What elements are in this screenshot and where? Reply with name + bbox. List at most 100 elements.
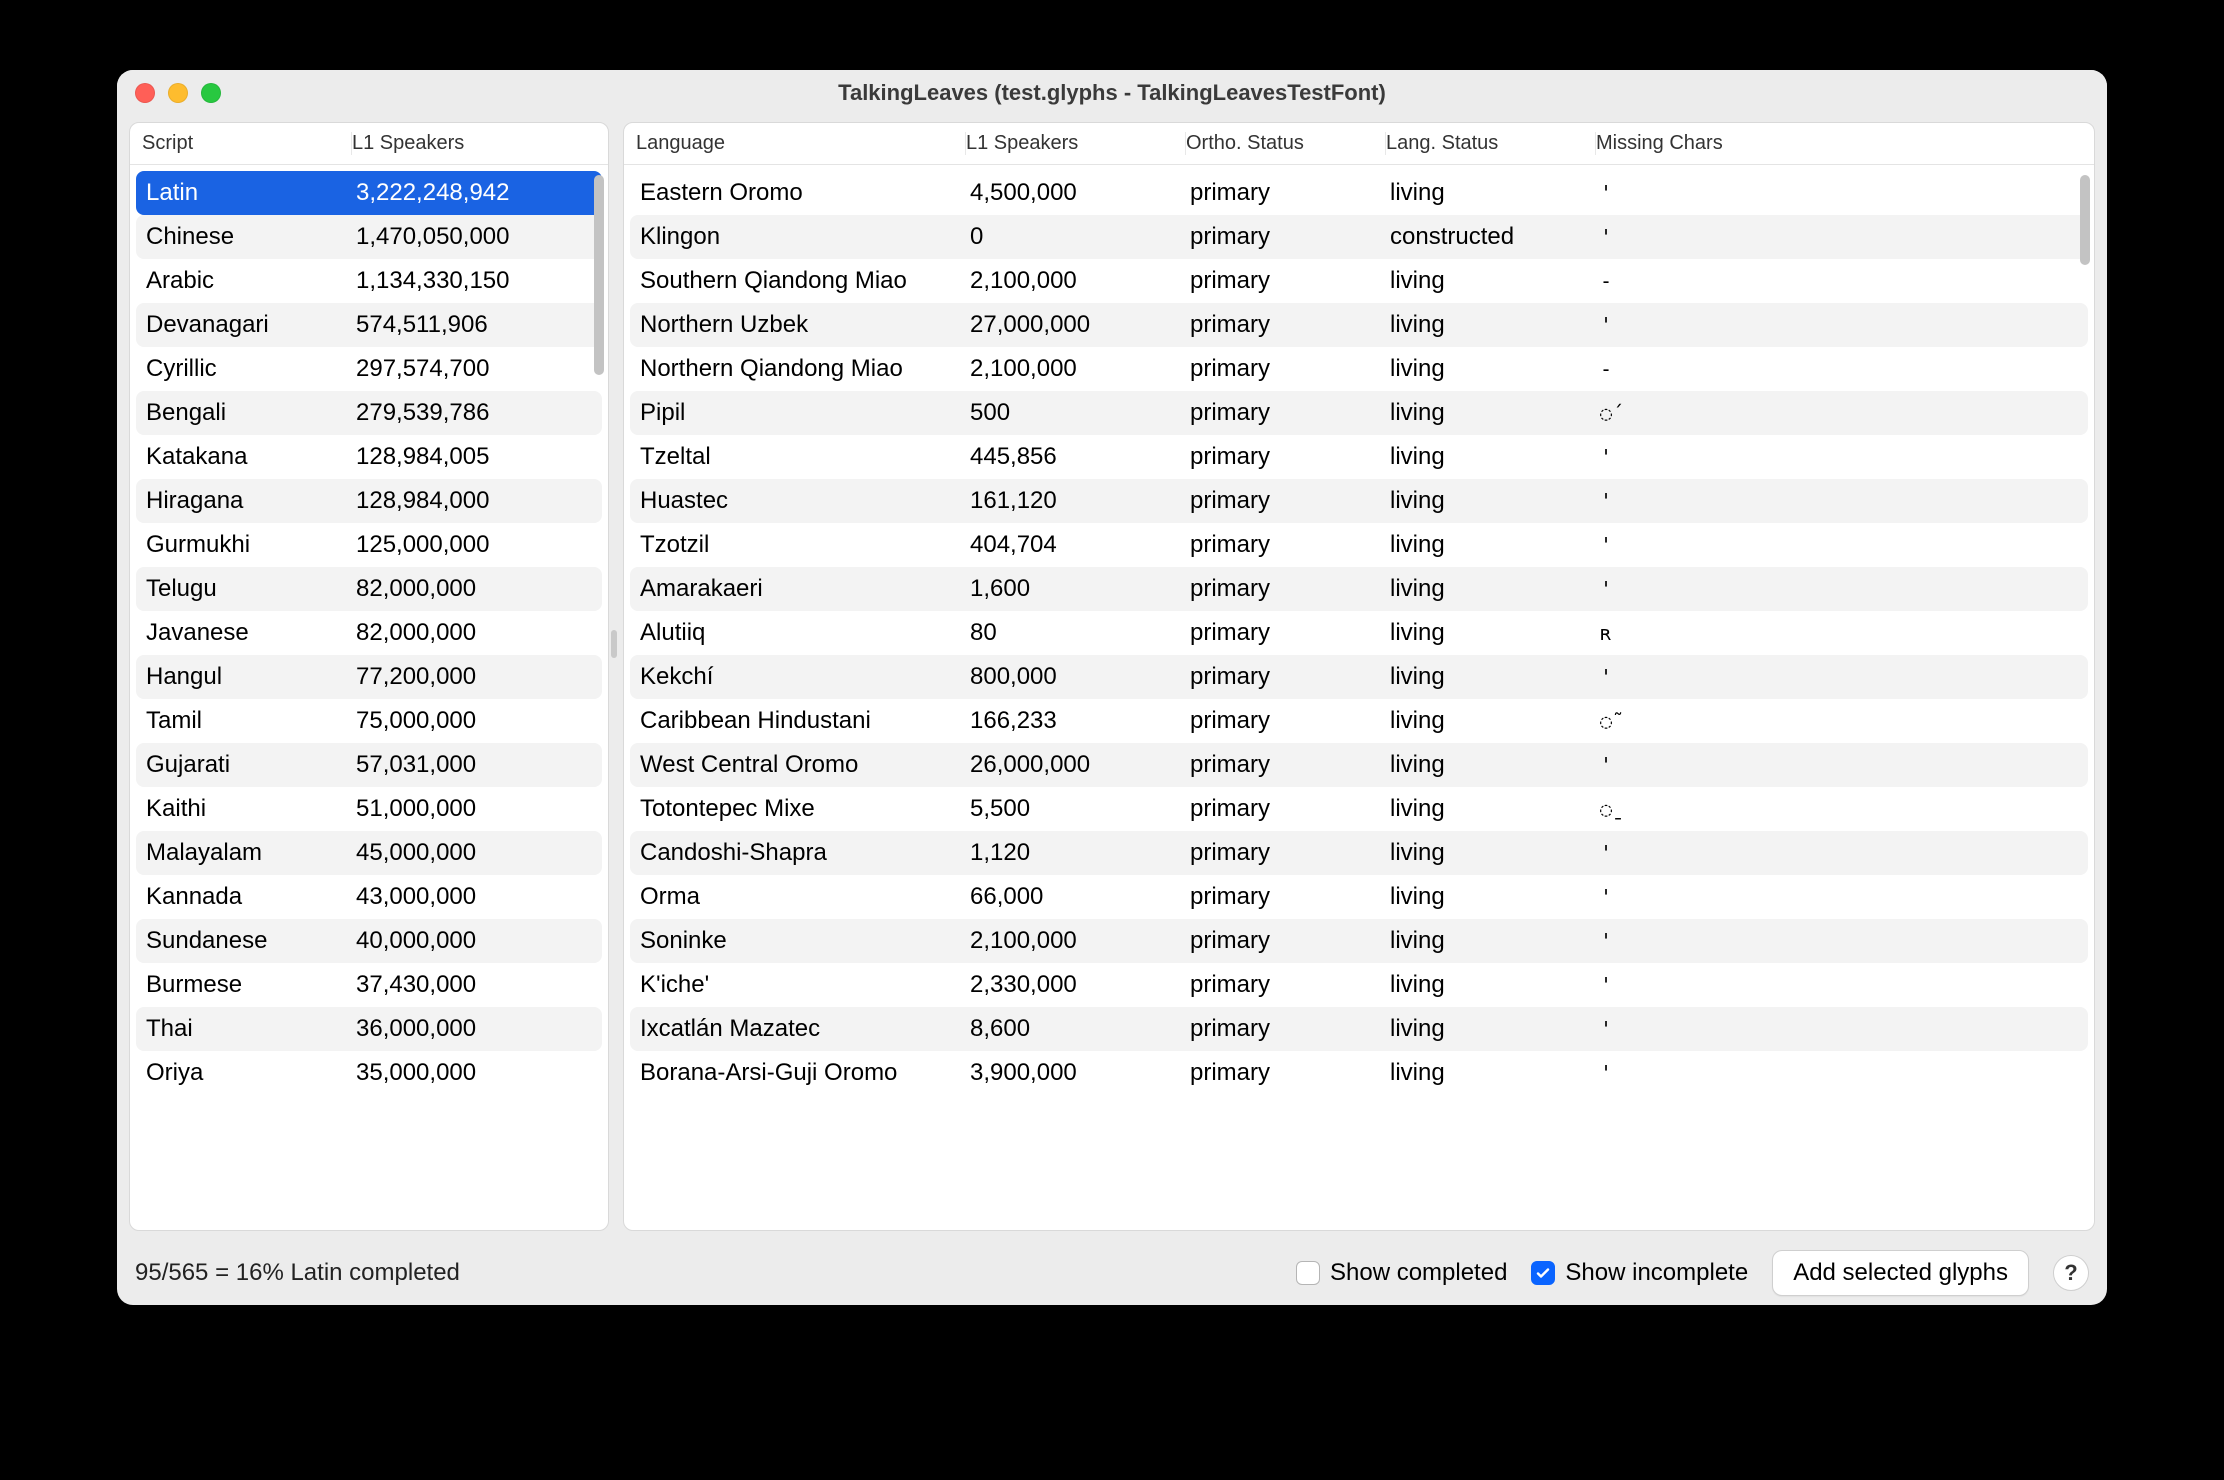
table-row[interactable]: Thai36,000,000 — [136, 1007, 602, 1051]
cell-speakers: 45,000,000 — [356, 839, 592, 867]
table-row[interactable]: Pipil500primaryliving◌́ — [630, 391, 2088, 435]
table-row[interactable]: Javanese82,000,000 — [136, 611, 602, 655]
close-icon[interactable] — [135, 83, 155, 103]
table-row[interactable]: Devanagari574,511,906 — [136, 303, 602, 347]
col-l1-speakers[interactable]: L1 Speakers — [966, 132, 1186, 155]
table-row[interactable]: Telugu82,000,000 — [136, 567, 602, 611]
table-row[interactable]: Sundanese40,000,000 — [136, 919, 602, 963]
table-row[interactable]: Latin3,222,248,942 — [136, 171, 602, 215]
table-row[interactable]: K'iche'2,330,000primaryliving' — [630, 963, 2088, 1007]
table-row[interactable]: Gurmukhi125,000,000 — [136, 523, 602, 567]
cell-speakers: 166,233 — [970, 707, 1190, 735]
cell-script: Chinese — [146, 223, 356, 251]
table-row[interactable]: Northern Uzbek27,000,000primaryliving' — [630, 303, 2088, 347]
table-row[interactable]: Orma66,000primaryliving' — [630, 875, 2088, 919]
table-row[interactable]: Arabic1,134,330,150 — [136, 259, 602, 303]
cell-speakers: 500 — [970, 399, 1190, 427]
cell-ortho-status: primary — [1190, 179, 1390, 207]
cell-missing: ' — [1600, 665, 2078, 689]
show-completed-checkbox[interactable]: Show completed — [1296, 1259, 1507, 1287]
col-missing[interactable]: Missing Chars — [1596, 132, 2082, 155]
scrollbar-thumb[interactable] — [594, 175, 604, 375]
split-handle[interactable] — [611, 630, 617, 658]
scripts-body[interactable]: Latin3,222,248,942Chinese1,470,050,000Ar… — [130, 165, 608, 1230]
table-row[interactable]: Tzotzil404,704primaryliving' — [630, 523, 2088, 567]
cell-speakers: 297,574,700 — [356, 355, 592, 383]
table-row[interactable]: Burmese37,430,000 — [136, 963, 602, 1007]
cell-speakers: 2,100,000 — [970, 355, 1190, 383]
table-row[interactable]: Soninke2,100,000primaryliving' — [630, 919, 2088, 963]
table-row[interactable]: Kekchí800,000primaryliving' — [630, 655, 2088, 699]
table-row[interactable]: Ixcatlán Mazatec8,600primaryliving' — [630, 1007, 2088, 1051]
cell-language: Eastern Oromo — [640, 179, 970, 207]
cell-speakers: 128,984,005 — [356, 443, 592, 471]
table-row[interactable]: Southern Qiandong Miao2,100,000primaryli… — [630, 259, 2088, 303]
table-row[interactable]: Alutiiq80primarylivingʀ — [630, 611, 2088, 655]
cell-missing: ' — [1600, 489, 2078, 513]
cell-script: Hiragana — [146, 487, 356, 515]
add-selected-glyphs-button[interactable]: Add selected glyphs — [1772, 1250, 2029, 1296]
table-row[interactable]: Hiragana128,984,000 — [136, 479, 602, 523]
table-row[interactable]: Totontepec Mixe5,500primaryliving◌̱ — [630, 787, 2088, 831]
cell-ortho-status: primary — [1190, 971, 1390, 999]
col-speakers[interactable]: L1 Speakers — [352, 132, 596, 155]
cell-ortho-status: primary — [1190, 795, 1390, 823]
table-row[interactable]: Huastec161,120primaryliving' — [630, 479, 2088, 523]
languages-body[interactable]: Eastern Oromo4,500,000primaryliving'Klin… — [624, 165, 2094, 1230]
table-row[interactable]: Kaithi51,000,000 — [136, 787, 602, 831]
cell-script: Sundanese — [146, 927, 356, 955]
table-row[interactable]: Katakana128,984,005 — [136, 435, 602, 479]
cell-speakers: 36,000,000 — [356, 1015, 592, 1043]
table-row[interactable]: Chinese1,470,050,000 — [136, 215, 602, 259]
table-row[interactable]: Malayalam45,000,000 — [136, 831, 602, 875]
table-row[interactable]: Candoshi-Shapra1,120primaryliving' — [630, 831, 2088, 875]
table-row[interactable]: Borana-Arsi-Guji Oromo3,900,000primaryli… — [630, 1051, 2088, 1095]
cell-speakers: 1,120 — [970, 839, 1190, 867]
table-row[interactable]: Oriya35,000,000 — [136, 1051, 602, 1095]
cell-language: Alutiiq — [640, 619, 970, 647]
minimize-icon[interactable] — [168, 83, 188, 103]
cell-lang-status: living — [1390, 883, 1600, 911]
table-row[interactable]: Bengali279,539,786 — [136, 391, 602, 435]
table-row[interactable]: Klingon0primaryconstructed' — [630, 215, 2088, 259]
cell-missing: ' — [1600, 885, 2078, 909]
table-row[interactable]: Cyrillic297,574,700 — [136, 347, 602, 391]
table-row[interactable]: Northern Qiandong Miao2,100,000primaryli… — [630, 347, 2088, 391]
cell-missing: ' — [1600, 577, 2078, 601]
show-incomplete-checkbox[interactable]: Show incomplete — [1531, 1259, 1748, 1287]
help-button[interactable]: ? — [2053, 1255, 2089, 1291]
languages-pane: Language L1 Speakers Ortho. Status Lang.… — [623, 122, 2095, 1231]
table-row[interactable]: West Central Oromo26,000,000primarylivin… — [630, 743, 2088, 787]
table-row[interactable]: Tzeltal445,856primaryliving' — [630, 435, 2088, 479]
cell-language: Northern Uzbek — [640, 311, 970, 339]
cell-language: Caribbean Hindustani — [640, 707, 970, 735]
table-row[interactable]: Kannada43,000,000 — [136, 875, 602, 919]
cell-speakers: 40,000,000 — [356, 927, 592, 955]
table-row[interactable]: Tamil75,000,000 — [136, 699, 602, 743]
cell-missing: ◌̃ — [1600, 709, 2078, 733]
col-lang-status[interactable]: Lang. Status — [1386, 132, 1596, 155]
scrollbar-thumb[interactable] — [2080, 175, 2090, 265]
cell-speakers: 279,539,786 — [356, 399, 592, 427]
table-row[interactable]: Hangul77,200,000 — [136, 655, 602, 699]
col-script[interactable]: Script — [142, 132, 352, 155]
zoom-icon[interactable] — [201, 83, 221, 103]
cell-language: Kekchí — [640, 663, 970, 691]
cell-ortho-status: primary — [1190, 707, 1390, 735]
table-row[interactable]: Gujarati57,031,000 — [136, 743, 602, 787]
table-row[interactable]: Amarakaeri1,600primaryliving' — [630, 567, 2088, 611]
table-row[interactable]: Eastern Oromo4,500,000primaryliving' — [630, 171, 2088, 215]
col-language[interactable]: Language — [636, 132, 966, 155]
cell-missing: - — [1600, 357, 2078, 381]
cell-speakers: 0 — [970, 223, 1190, 251]
cell-speakers: 80 — [970, 619, 1190, 647]
table-row[interactable]: Caribbean Hindustani166,233primaryliving… — [630, 699, 2088, 743]
cell-language: Amarakaeri — [640, 575, 970, 603]
col-ortho-status[interactable]: Ortho. Status — [1186, 132, 1386, 155]
cell-language: Soninke — [640, 927, 970, 955]
cell-script: Tamil — [146, 707, 356, 735]
cell-language: Northern Qiandong Miao — [640, 355, 970, 383]
cell-lang-status: living — [1390, 971, 1600, 999]
cell-script: Burmese — [146, 971, 356, 999]
cell-speakers: 82,000,000 — [356, 619, 592, 647]
